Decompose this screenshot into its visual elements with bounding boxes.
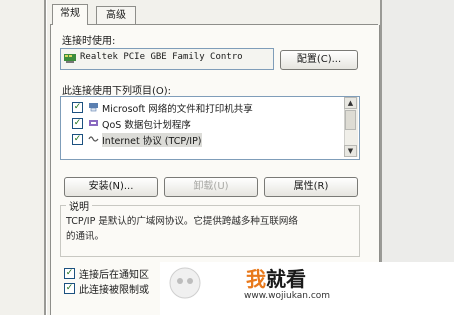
description-title: 说明 [66,198,92,213]
properties-button[interactable]: 属性(R) [264,177,358,197]
tab-advanced[interactable]: 高级 [96,6,136,24]
scroll-down-icon[interactable]: ▼ [344,145,357,157]
watermark-banner [160,262,454,315]
scroll-thumb[interactable] [345,110,356,130]
watermark-title-accent: 我 [246,267,266,291]
list-item-label: Microsoft 网络的文件和打印机共享 [102,104,253,115]
watermark-logo [169,267,201,299]
watermark-url: www.wojiukan.com [244,291,331,301]
show-icon-checkbox[interactable]: ✓ [64,268,75,279]
qos-icon [89,120,98,126]
list-item[interactable]: ✓ QoS 数据包计划程序 [62,116,342,131]
list-item[interactable]: ✓ Internet 协议 (TCP/IP) [62,132,342,147]
checkbox-qos[interactable]: ✓ [72,118,83,129]
notify-label: 此连接被限制或 [79,285,149,296]
description-line: TCP/IP 是默认的广域网协议。它提供跨越多种互联网络 [66,216,298,227]
protocol-icon [88,136,99,142]
install-button[interactable]: 安装(N)... [64,177,158,197]
dialog-border-highlight [46,0,47,315]
scroll-up-icon[interactable]: ▲ [344,97,357,109]
components-label: 此连接使用下列项目(O): [62,86,172,97]
notify-checkbox[interactable]: ✓ [64,283,75,294]
list-item-label: QoS 数据包计划程序 [102,120,191,131]
configure-button[interactable]: 配置(C)... [280,50,358,70]
uninstall-button[interactable]: 卸载(U) [164,177,258,197]
printer-share-icon [89,103,98,112]
description-line: 的通讯。 [66,231,105,242]
watermark-title: 我就看 [246,263,306,292]
description-text: TCP/IP 是默认的广域网协议。它提供跨越多种互联网络 的通讯。 [66,214,351,244]
show-icon-label: 连接后在通知区 [79,270,149,281]
adapter-name: Realtek PCIe GBE Family Contro [80,52,243,62]
tab-general[interactable]: 常规 [52,4,88,25]
watermark-title-rest: 就看 [266,267,306,291]
list-item-label: Internet 协议 (TCP/IP) [102,133,202,147]
checkbox-file-printer-sharing[interactable]: ✓ [72,102,83,113]
network-adapter-icon [64,54,76,63]
list-item[interactable]: ✓ Microsoft 网络的文件和打印机共享 [62,100,342,115]
checkbox-tcpip[interactable]: ✓ [72,134,83,145]
connect-using-label: 连接时使用: [62,36,116,47]
